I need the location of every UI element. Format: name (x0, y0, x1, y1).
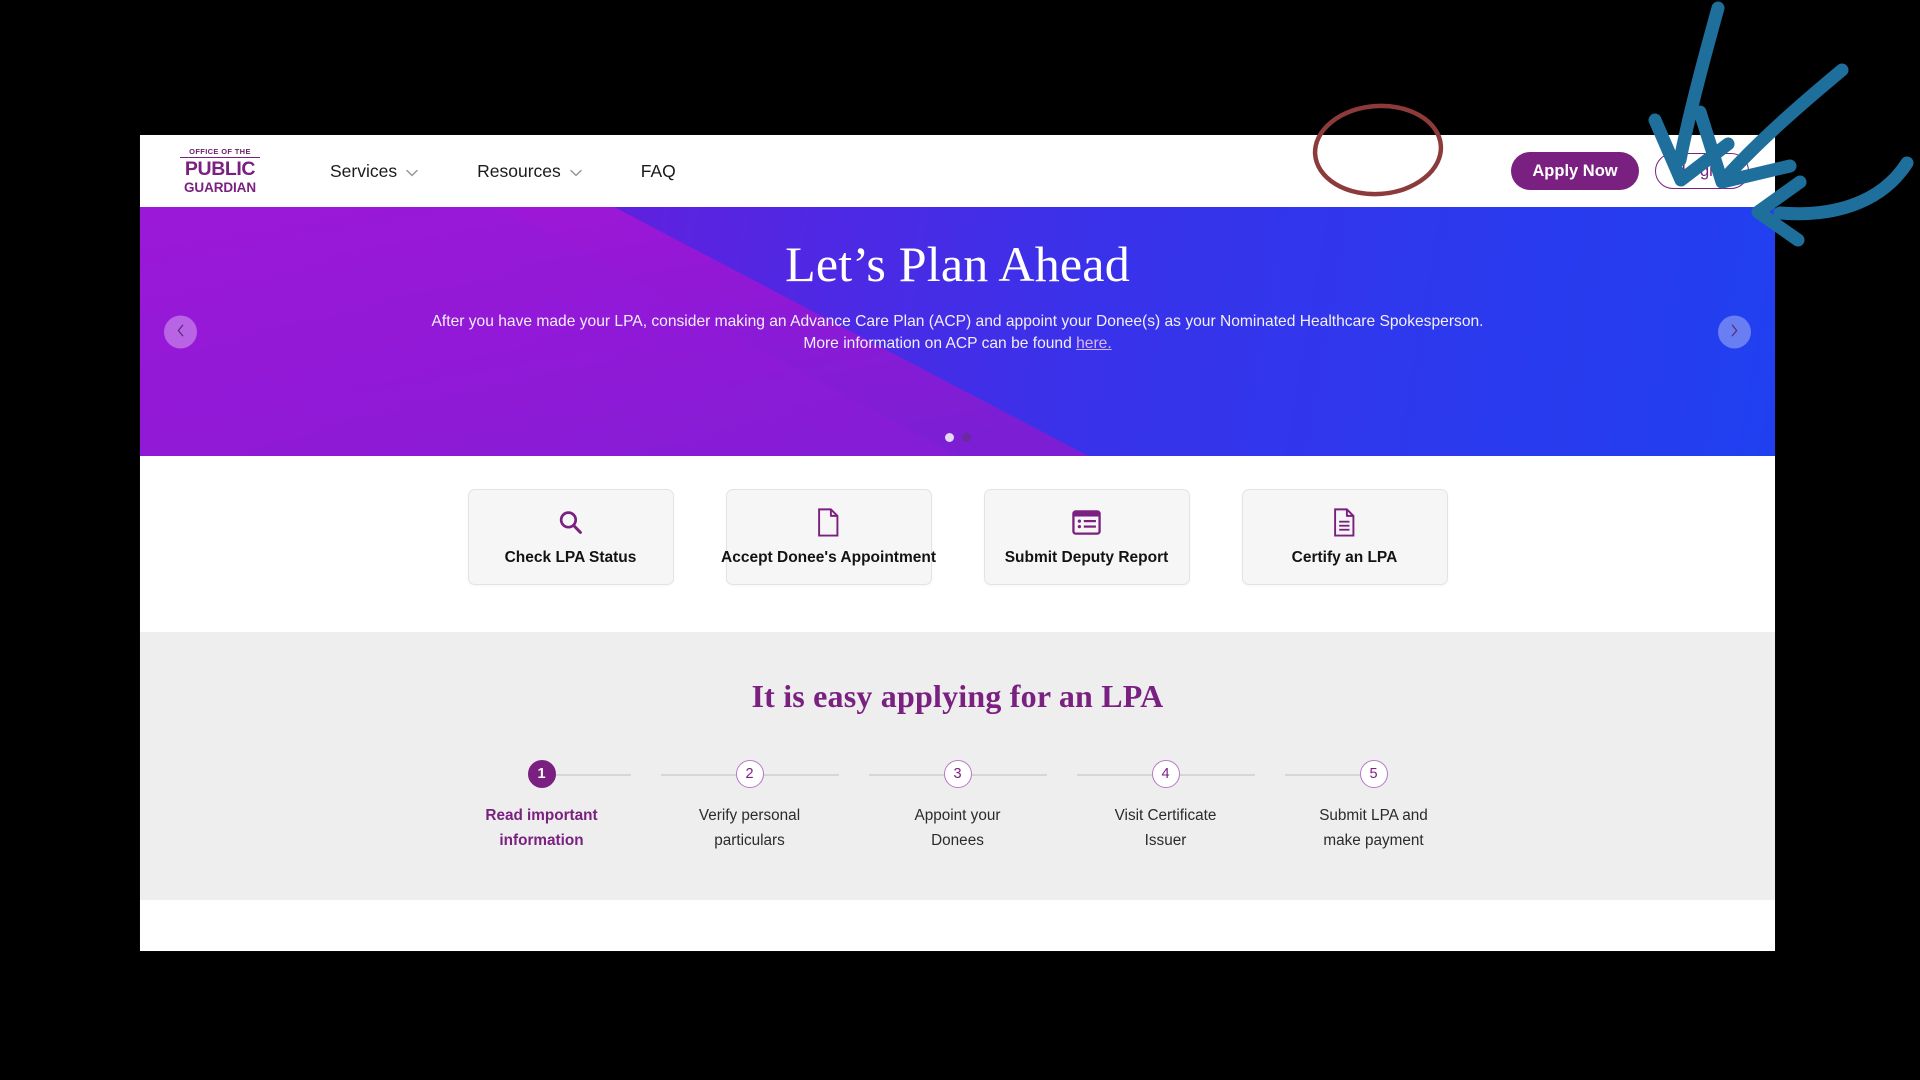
how-to-apply-section: It is easy applying for an LPA 1 Read im… (140, 632, 1775, 900)
quick-card-check-lpa-status[interactable]: Check LPA Status (467, 489, 674, 585)
step-label-line2: Donees (931, 831, 984, 849)
step-4-visit-certificate-issuer[interactable]: 4 Visit Certificate Issuer (1076, 760, 1255, 854)
chevron-down-icon (406, 169, 418, 176)
step-5-submit-lpa-and-make-payment[interactable]: 5 Submit LPA and make payment (1284, 760, 1463, 854)
carousel-dot-2[interactable] (961, 433, 971, 442)
step-label-line1: Verify personal (698, 807, 801, 824)
quick-card-certify-an-lpa[interactable]: Certify an LPA (1241, 489, 1448, 585)
quick-card-submit-deputy-report[interactable]: Submit Deputy Report (983, 489, 1190, 585)
login-button[interactable]: Login (1654, 152, 1749, 190)
step-number-badge: 5 (1359, 760, 1388, 788)
site-header: OFFICE OF THE PUBLIC GUARDIAN Services R… (140, 135, 1775, 207)
carousel-next-button[interactable] (1718, 315, 1751, 348)
nav-label-services: Services (330, 160, 398, 181)
step-label-line1: Read important (485, 807, 598, 824)
step-connector-line (971, 774, 1047, 776)
quick-card-label: Accept Donee's Appointment (721, 548, 936, 566)
step-label-line1: Submit LPA and (1319, 807, 1428, 824)
step-connector-line (555, 774, 631, 776)
step-connector-line (1284, 774, 1360, 776)
step-label-line1: Visit Certificate (1114, 807, 1217, 824)
step-connector-line (763, 774, 839, 776)
step-connector-line (1179, 774, 1255, 776)
step-connector-line (868, 774, 944, 776)
section-title: It is easy applying for an LPA (751, 678, 1164, 714)
opg-logo[interactable]: OFFICE OF THE PUBLIC GUARDIAN (180, 148, 260, 194)
apply-now-button[interactable]: Apply Now (1511, 151, 1639, 191)
chevron-down-icon (570, 169, 582, 176)
step-1-read-important-information[interactable]: 1 Read important information (453, 760, 631, 854)
hero-title: Let’s Plan Ahead (785, 236, 1130, 292)
logo-line-guardian: GUARDIAN (184, 179, 256, 195)
carousel-dot-1[interactable] (944, 433, 954, 442)
quick-links-row: Check LPA Status Accept Donee's Appointm… (140, 456, 1775, 632)
logo-line-office-of-the: OFFICE OF THE (180, 148, 260, 158)
header-actions: Apply Now Login (1511, 135, 1749, 207)
nav-item-services[interactable]: Services (300, 161, 447, 182)
step-connector-line (1076, 774, 1152, 776)
step-label: Verify personal particulars (699, 804, 800, 854)
primary-nav: Services Resources FAQ (300, 161, 706, 182)
step-number-badge: 1 (527, 760, 556, 788)
quick-card-label: Submit Deputy Report (1004, 548, 1169, 566)
step-label-line2: Issuer (1144, 831, 1187, 849)
step-number-badge: 3 (943, 760, 972, 788)
chevron-left-icon (175, 323, 186, 340)
step-label-line1: Appoint your (914, 807, 1001, 824)
nav-item-faq[interactable]: FAQ (611, 161, 706, 182)
hero-carousel: Let’s Plan Ahead After you have made you… (140, 207, 1775, 456)
chevron-right-icon (1729, 323, 1740, 340)
carousel-dots (140, 433, 1775, 442)
hero-subtitle: After you have made your LPA, consider m… (420, 311, 1495, 355)
logo-line-public: PUBLIC (184, 158, 256, 180)
quick-card-label: Certify an LPA (1291, 548, 1398, 566)
quick-card-accept-donees-appointment[interactable]: Accept Donee's Appointment (721, 489, 936, 585)
step-label: Read important information (485, 804, 597, 854)
step-label: Submit LPA and make payment (1319, 804, 1428, 854)
nav-label-faq: FAQ (640, 160, 676, 181)
application-stepper: 1 Read important information 2 Verify pe… (453, 760, 1463, 854)
browser-page: OFFICE OF THE PUBLIC GUARDIAN Services R… (140, 135, 1775, 951)
step-label: Appoint your Donees (915, 804, 1001, 854)
hero-subtitle-text: After you have made your LPA, consider m… (431, 313, 1484, 353)
step-label-line2: information (499, 831, 584, 849)
step-label-line2: make payment (1323, 831, 1424, 849)
document-lines-icon (1333, 508, 1356, 538)
step-label: Visit Certificate Issuer (1115, 804, 1217, 854)
quick-card-label: Check LPA Status (504, 548, 637, 566)
report-list-icon (1072, 508, 1101, 538)
search-icon (557, 508, 584, 538)
screen-root: OFFICE OF THE PUBLIC GUARDIAN Services R… (0, 0, 1920, 1080)
document-blank-icon (817, 508, 840, 538)
step-2-verify-personal-particulars[interactable]: 2 Verify personal particulars (660, 760, 839, 854)
step-number-badge: 4 (1151, 760, 1180, 788)
hero-content: Let’s Plan Ahead After you have made you… (140, 207, 1775, 355)
step-number-badge: 2 (735, 760, 764, 788)
step-3-appoint-your-donees[interactable]: 3 Appoint your Donees (868, 760, 1047, 854)
annotation-arrow-3 (1751, 156, 1914, 247)
hero-here-link[interactable]: here. (1076, 335, 1112, 352)
nav-label-resources: Resources (477, 160, 561, 181)
nav-item-resources[interactable]: Resources (447, 161, 611, 182)
carousel-prev-button[interactable] (164, 315, 197, 348)
step-label-line2: particulars (714, 831, 785, 849)
step-connector-line (660, 774, 736, 776)
